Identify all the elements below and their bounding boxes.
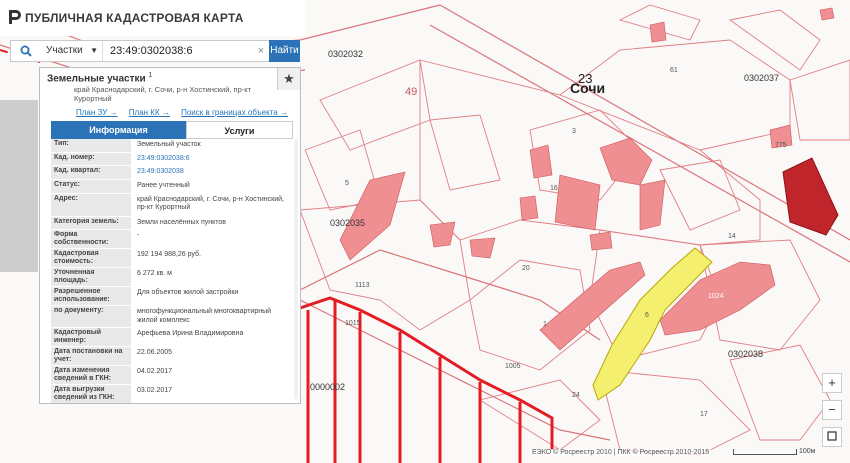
attribute-row: Категория земель: Земли населённых пункто… <box>51 216 294 230</box>
zoom-in-button[interactable]: + <box>822 373 842 393</box>
parcel-label-3: 3 <box>572 128 576 135</box>
scale-bar <box>733 449 797 455</box>
attribute-value: Для объектов жилой застройки <box>137 289 239 296</box>
search-bar: Участки ▼ × Найти <box>10 40 300 62</box>
attribute-label: Уточненная площадь: <box>51 268 131 286</box>
parcel-label-20: 20 <box>522 265 530 272</box>
attribute-value: Земли населённых пунктов <box>137 218 227 226</box>
attribute-row: Форма собственности: - <box>51 230 294 249</box>
attribute-value: край Краснодарский, г. Сочи, р-н Хостинс… <box>137 195 284 212</box>
search-input[interactable] <box>106 42 264 60</box>
parcel-label-1005: 1005 <box>505 363 521 370</box>
panel-address-preview: край Краснодарский, г. Сочи, р-н Хостинс… <box>74 85 252 103</box>
attribute-label: Разрешенное использование: <box>51 287 131 305</box>
fullscreen-icon <box>827 431 837 441</box>
attribute-label: по документу: <box>51 306 131 327</box>
attribute-row: Дата выгрузки сведений из ГКН: 03.02.2017 <box>51 385 294 403</box>
chevron-down-icon: ▼ <box>90 46 98 55</box>
quarter-label-4: 0302038 <box>728 349 763 359</box>
attribute-value: 04.02.2017 <box>137 368 173 375</box>
attribute-label: Кад. квартал: <box>51 166 131 179</box>
attribute-label: Кадастровый инженер: <box>51 328 131 346</box>
attribute-table: Тип: Земельный участок Кад. номер: 23:49:03… <box>51 139 294 403</box>
attribute-row: по документу: многофункциональный многокв… <box>51 306 294 328</box>
search-icon[interactable] <box>11 41 41 61</box>
attribute-value: 22.06.2005 <box>137 349 173 356</box>
tab-services[interactable]: Услуги <box>186 121 293 139</box>
parcel-label-1015: 1015 <box>345 320 361 327</box>
parcel-label-1024: 1024 <box>708 293 724 300</box>
attribute-label: Категория земель: <box>51 216 131 229</box>
parcel-label-14: 14 <box>728 233 736 240</box>
parcel-label-6: 6 <box>645 312 649 319</box>
parcel-label-775: 775 <box>775 142 787 149</box>
attribute-value: Арефьева Ирина Владимировна <box>137 330 244 337</box>
attribute-label: Статус: <box>51 179 131 193</box>
link-search-in-bounds[interactable]: Поиск в границах объекта → <box>181 108 288 117</box>
parcel-label-17: 17 <box>700 411 708 418</box>
quarter-label-2: 0302037 <box>744 73 779 83</box>
parcel-info-panel: Земельные участки 1 ★ край Краснодарский… <box>39 67 301 404</box>
attribute-row: Разрешенное использование: Для объектов ж… <box>51 287 294 306</box>
tab-information[interactable]: Информация <box>51 121 186 139</box>
attribute-value: 03.02.2017 <box>137 387 173 394</box>
panel-links: План ЗУ → План КК → Поиск в границах объ… <box>76 108 297 117</box>
search-scope-select[interactable]: Участки ▼ <box>46 41 103 61</box>
attribute-row: Адрес: край Краснодарский, г. Сочи, р-н Х… <box>51 193 294 217</box>
quarter-label-5: 0000002 <box>310 382 345 392</box>
parcel-label-16: 16 <box>550 185 558 192</box>
map-gray-block <box>0 100 38 272</box>
find-button[interactable]: Найти <box>269 40 300 62</box>
attribute-row: Кад. номер: 23:49:0302038:6 <box>51 152 294 166</box>
attribute-value: - <box>137 232 140 239</box>
attribute-row: Уточненная площадь: 6 272 кв. м <box>51 268 294 287</box>
attribute-row: Статус: Ранее учтенный <box>51 179 294 194</box>
attribute-row: Тип: Земельный участок <box>51 139 294 153</box>
app-header: ПУБЛИЧНАЯ КАДАСТРОВАЯ КАРТА <box>0 0 305 36</box>
attribute-row: Дата изменения сведений в ГКН: 04.02.2017 <box>51 366 294 385</box>
attribute-label: Форма собственности: <box>51 230 131 248</box>
parcel-label-24: 24 <box>572 392 580 399</box>
parcel-label-5: 5 <box>345 180 349 187</box>
link-parcel-plan[interactable]: План ЗУ → <box>76 108 118 117</box>
parcel-label-1113: 1113 <box>355 282 370 289</box>
attribute-label: Кадастровая стоимость: <box>51 249 131 267</box>
attribute-row: Кадастровая стоимость: 192 194 988,26 руб… <box>51 249 294 268</box>
quarter-label-1: 0302032 <box>328 49 363 59</box>
rosreestr-logo-icon <box>9 10 21 24</box>
parcel-label-1: 1 <box>543 321 547 328</box>
attribute-value[interactable]: 23:49:0302038:6 <box>135 153 294 166</box>
search-scope-value: Участки <box>46 45 83 56</box>
map-district-number: 23 <box>578 71 592 86</box>
attribute-value: многофункциональный многоквартирный жило… <box>137 308 272 324</box>
zoom-out-button[interactable]: − <box>822 400 842 420</box>
parcel-label-61: 61 <box>670 67 678 74</box>
fullscreen-button[interactable] <box>822 427 842 447</box>
attribute-label: Адрес: <box>51 193 131 216</box>
clear-search-button[interactable]: × <box>254 41 268 61</box>
attribute-label: Дата постановки на учет: <box>51 347 131 365</box>
map-attribution: ЕЭКО © Росреестр 2010 | ПКК © Росреестр … <box>530 449 712 456</box>
attribute-value: Земельный участок <box>137 141 201 148</box>
attribute-label: Тип: <box>51 139 131 152</box>
app-title: ПУБЛИЧНАЯ КАДАСТРОВАЯ КАРТА <box>25 11 244 25</box>
panel-title: Земельные участки 1 <box>47 72 153 85</box>
scale-label: 100м <box>799 448 816 455</box>
attribute-value: 192 194 988,26 руб. <box>137 251 201 258</box>
attribute-label: Кад. номер: <box>51 152 131 165</box>
panel-scrollbar[interactable] <box>294 139 298 399</box>
panel-tabs: Информация Услуги <box>51 121 293 139</box>
attribute-value: 6 272 кв. м <box>137 270 172 277</box>
quarter-label-3: 0302035 <box>330 218 365 228</box>
attribute-row: Дата постановки на учет: 22.06.2005 <box>51 347 294 366</box>
parcel-label-49: 49 <box>405 86 417 98</box>
attribute-value: Ранее учтенный <box>137 181 190 189</box>
attribute-label: Дата выгрузки сведений из ГКН: <box>51 385 131 403</box>
attribute-label: Дата изменения сведений в ГКН: <box>51 366 131 384</box>
attribute-row: Кадастровый инженер: Арефьева Ирина Влади… <box>51 328 294 347</box>
link-quarter-plan[interactable]: План КК → <box>129 108 170 117</box>
attribute-value[interactable]: 23:49:0302038 <box>135 166 294 179</box>
attribute-row: Кад. квартал: 23:49:0302038 <box>51 166 294 180</box>
